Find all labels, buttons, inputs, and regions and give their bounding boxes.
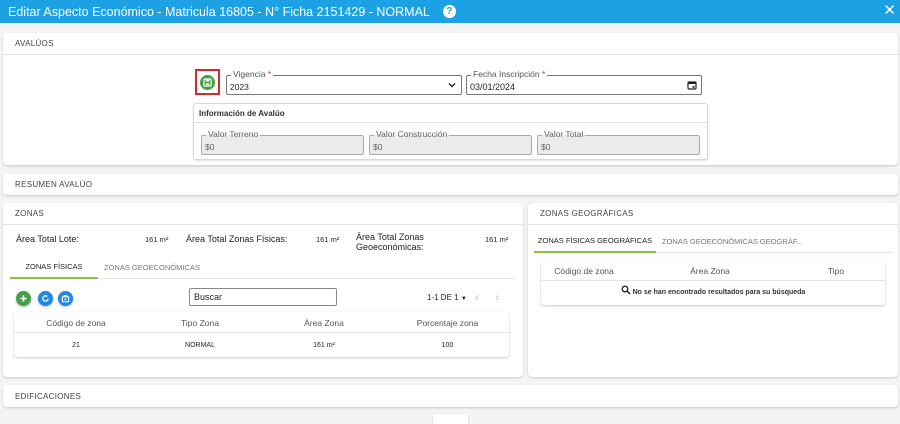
cell-tipo: NORMAL [185, 342, 215, 349]
valor-terreno-label: Valor Terreno [206, 129, 261, 140]
tab-zonas-fisicas[interactable]: ZONAS FÍSICAS [10, 256, 98, 279]
area-total-fisicas-label: Área Total Zonas Físicas: [186, 234, 288, 244]
add-button[interactable] [16, 291, 31, 306]
avaluos-header: AVALÚOS [3, 33, 898, 55]
resumen-avaluo-panel[interactable]: RESUMEN AVALÚO [3, 174, 898, 195]
caret-down-icon: ▼ [460, 296, 467, 302]
fecha-inscripcion-value: 03/01/2024 [470, 82, 516, 92]
vigencia-value: 2023 [230, 82, 249, 92]
add-icon [20, 295, 27, 302]
column-header[interactable]: Tipo [801, 266, 871, 276]
valor-terreno-value: $0 [205, 142, 215, 152]
vigencia-label: Vigencia [233, 69, 266, 79]
cell-codigo: 21 [72, 342, 80, 349]
save-icon [200, 74, 215, 90]
edificaciones-panel[interactable]: EDIFICACIONES [3, 385, 898, 407]
info-avaluo-box: Información de Avalúo Valor Terreno $0 V… [193, 103, 708, 160]
pagination-select[interactable]: 1-1 DE 1 ▼ [427, 293, 467, 302]
cell-area: 161 m² [313, 342, 335, 349]
area-total-geo-label: Área Total Zonas Geoeconómicas: [356, 232, 424, 252]
dialog-title: Editar Aspecto Económico - Matricula 168… [8, 4, 430, 19]
info-avaluo-title: Información de Avalúo [194, 104, 707, 123]
table-header-row: Código de zona Tipo Zona Área Zona Porce… [14, 312, 509, 333]
refresh-button[interactable] [38, 291, 53, 306]
column-header[interactable]: Área Zona [262, 318, 386, 328]
area-total-fisicas-value: 161 m² [316, 235, 340, 244]
column-header[interactable]: Porcentaje zona [386, 318, 509, 328]
search-icon [621, 285, 631, 295]
partial-button[interactable] [433, 414, 468, 424]
table-header-row: Código de zona Área Zona Tipo [541, 260, 885, 281]
column-header[interactable]: Área Zona [668, 266, 752, 276]
required-mark: * [267, 69, 272, 79]
help-icon[interactable]: ? [442, 5, 456, 18]
valor-construccion-field: Valor Construcción $0 [369, 129, 532, 155]
cell-porcentaje: 100 [441, 342, 454, 349]
valor-construccion-label: Valor Construcción [374, 129, 450, 140]
tab-zonas-geoeconomicas[interactable]: ZONAS GEOECONÓMICAS [98, 256, 206, 279]
valor-construccion-value: $0 [373, 142, 383, 152]
chevron-right-icon[interactable]: › [495, 290, 499, 304]
dialog-title-bar: Editar Aspecto Económico - Matricula 168… [0, 0, 900, 23]
pagination-label: 1-1 DE 1 [427, 293, 459, 302]
area-total-lote-value: 161 m² [145, 235, 169, 244]
zonas-geograficas-header: ZONAS GEOGRÁFICAS [528, 203, 898, 225]
fecha-inscripcion-label: Fecha Inscripción [473, 69, 540, 79]
calendar-icon[interactable] [687, 80, 697, 90]
valor-terreno-field: Valor Terreno $0 [201, 129, 364, 155]
zonas-table: Código de zona Tipo Zona Área Zona Porce… [14, 312, 509, 357]
search-input[interactable] [189, 288, 337, 306]
valor-total-label: Valor Total [542, 129, 586, 140]
tab-zonas-geoeconomicas-geograficas[interactable]: ZONAS GEOECONÓMICAS GEOGRÁF... [656, 230, 809, 253]
refresh-icon [42, 294, 49, 302]
fecha-inscripcion-field[interactable]: Fecha Inscripción * 03/01/2024 [466, 69, 702, 95]
table-row[interactable]: 21 NORMAL 161 m² 100 [14, 334, 509, 356]
column-header[interactable]: Código de zona [14, 318, 138, 328]
zonas-header: ZONAS [3, 203, 523, 225]
edificaciones-header: EDIFICACIONES [15, 391, 82, 401]
area-total-lote-label: Área Total Lote: [16, 234, 79, 244]
valor-total-field: Valor Total $0 [537, 129, 700, 155]
close-icon[interactable]: ✕ [883, 3, 896, 18]
export-icon [61, 295, 70, 303]
save-button[interactable] [195, 69, 220, 95]
column-header[interactable]: Tipo Zona [138, 318, 262, 328]
zonas-geo-tabs: ZONAS FÍSICAS GEOGRÁFICAS ZONAS GEOECONÓ… [534, 230, 892, 253]
area-total-geo-value: 161 m² [485, 235, 509, 244]
required-mark: * [542, 69, 546, 79]
tab-zonas-fisicas-geograficas[interactable]: ZONAS FÍSICAS GEOGRÁFICAS [534, 230, 656, 253]
chevron-left-icon[interactable]: ‹ [475, 290, 479, 304]
column-header[interactable]: Código de zona [541, 266, 627, 276]
vigencia-select[interactable]: Vigencia * 2023 [226, 69, 462, 95]
zonas-tabs: ZONAS FÍSICAS ZONAS GEOECONÓMICAS [10, 256, 515, 279]
resumen-avaluo-header: RESUMEN AVALÚO [15, 180, 93, 189]
valor-total-value: $0 [541, 142, 551, 152]
export-button[interactable] [58, 291, 73, 306]
empty-message-text: No se han encontrado resultados para su … [632, 289, 806, 296]
empty-message: No se han encontrado resultados para su … [541, 285, 885, 296]
zonas-geo-table: Código de zona Área Zona Tipo No se han … [541, 260, 885, 305]
chevron-down-icon [448, 83, 456, 88]
